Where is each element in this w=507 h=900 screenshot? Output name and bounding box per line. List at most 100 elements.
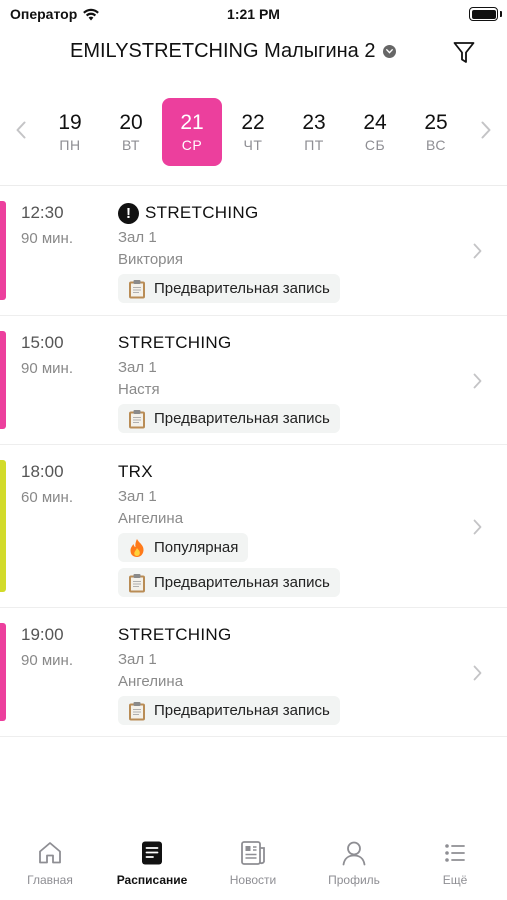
clipboard-icon [128,409,146,429]
profile-icon [304,839,404,867]
filter-button[interactable] [451,39,477,67]
lesson-tag: Предварительная запись [118,274,340,303]
lesson-room: Зал 1 [118,229,157,246]
filter-icon [453,42,475,63]
lesson-tags: Предварительная запись [118,269,447,303]
tab-home[interactable]: Главная [0,839,100,887]
chevron-right-icon [471,663,483,683]
chevron-right-icon [471,517,483,537]
lesson-title: STRETCHING [145,203,259,222]
lesson-time: 18:00 [21,462,64,481]
lesson-tags: Предварительная запись [118,691,447,725]
tab-label: Ещё [442,873,468,887]
chevron-right-icon [481,121,491,139]
lesson-time: 19:00 [21,625,64,644]
lesson-color-strip [0,201,6,300]
home-icon [0,839,100,867]
day-22[interactable]: 22 ЧТ [223,98,283,166]
lesson-room: Зал 1 [118,488,157,505]
battery-tip [500,11,502,17]
clipboard-icon [128,701,146,721]
lesson-row[interactable]: 12:30 90 мин.! STRETCHING Зал 1 Виктория Пред… [0,186,507,316]
studio-selector[interactable]: EMILYSTRETCHING Малыгина 2 [70,40,397,63]
news-icon [203,839,303,867]
clipboard-icon [128,279,146,299]
tag-label: Предварительная запись [154,702,330,719]
studio-title: EMILYSTRETCHING Малыгина 2 [70,40,376,62]
lesson-info: STRETCHING Зал 1 Ангелина Предварительная з… [118,624,447,725]
day-number: 23 [302,111,326,134]
lesson-coach: Ангелина [118,673,184,690]
lesson-row[interactable]: 18:00 60 мин. TRX Зал 1 Ангелина Популярная Пр… [0,445,507,608]
lesson-coach: Виктория [118,251,184,268]
status-time: 1:21 PM [227,6,280,22]
lesson-duration: 60 мин. [21,489,73,506]
tag-label: Предварительная запись [154,574,330,591]
lesson-tag: Предварительная запись [118,568,340,597]
week-strip: 19 ПН 20 ВТ 21 СР 22 ЧТ 23 ПТ 24 СБ 25 ВС [0,96,507,168]
tag-label: Предварительная запись [154,280,330,297]
day-23[interactable]: 23 ПТ [284,98,344,166]
tag-label: Популярная [154,539,239,556]
status-bar: Оператор 1:21 PM [0,0,507,30]
lesson-tags: Предварительная запись [118,399,447,433]
lesson-list: 12:30 90 мин.! STRETCHING Зал 1 Виктория Пред… [0,186,507,737]
lesson-color-strip [0,460,6,592]
lesson-duration: 90 мин. [21,230,73,247]
tab-more[interactable]: Ещё [405,839,505,887]
lesson-coach: Ангелина [118,510,184,527]
lesson-info: ! STRETCHING Зал 1 Виктория Предварительная … [118,202,447,303]
schedule-icon [102,839,202,867]
lesson-duration: 90 мин. [21,652,73,669]
tab-label: Расписание [116,873,188,887]
next-week-button[interactable] [476,118,496,142]
day-name: ВС [426,137,446,153]
lesson-title-row: STRETCHING [118,332,447,354]
day-19[interactable]: 19 ПН [40,98,100,166]
clipboard-icon [128,573,146,593]
lesson-row[interactable]: 19:00 90 мин. STRETCHING Зал 1 Ангелина Предв… [0,608,507,737]
lesson-tag: Предварительная запись [118,696,340,725]
day-name: ПТ [304,137,324,153]
day-20[interactable]: 20 ВТ [101,98,161,166]
day-number: 20 [119,111,143,134]
chevron-right-icon [471,371,483,391]
chevron-left-icon [16,121,26,139]
tag-label: Предварительная запись [154,410,330,427]
lesson-row[interactable]: 15:00 90 мин. STRETCHING Зал 1 Настя Предвари… [0,316,507,445]
day-21[interactable]: 21 СР [162,98,222,166]
lesson-coach: Настя [118,381,160,398]
day-name: СР [181,137,203,153]
tab-label: Профиль [328,873,380,887]
battery-icon [469,7,498,21]
lesson-tag: Предварительная запись [118,404,340,433]
chevron-down-icon [383,45,397,58]
day-number: 24 [363,111,387,134]
lesson-duration: 90 мин. [21,360,73,377]
more-icon [405,839,505,867]
lesson-time: 15:00 [21,333,64,352]
lesson-title: STRETCHING [118,625,232,644]
chevron-right-icon [471,241,483,261]
day-name: ВТ [122,137,140,153]
lesson-title: TRX [118,462,153,481]
lesson-room: Зал 1 [118,359,157,376]
day-name: ЧТ [243,137,263,153]
day-name: ПН [59,137,81,153]
tab-schedule[interactable]: Расписание [102,839,202,887]
tab-bar: Главная Расписание Новости Профиль Ещё [0,825,507,900]
day-number: 19 [58,111,82,134]
tab-news[interactable]: Новости [203,839,303,887]
day-number: 21 [180,111,204,134]
lesson-info: TRX Зал 1 Ангелина Популярная Предварительна… [118,461,447,597]
lesson-title-row: STRETCHING [118,624,447,646]
tab-profile[interactable]: Профиль [304,839,404,887]
day-24[interactable]: 24 СБ [345,98,405,166]
lesson-color-strip [0,331,6,429]
header: EMILYSTRETCHING Малыгина 2 [0,36,507,72]
day-name: СБ [364,137,386,153]
lesson-info: STRETCHING Зал 1 Настя Предварительная запи… [118,332,447,433]
day-25[interactable]: 25 ВС [406,98,466,166]
lesson-tags: Популярная Предварительная запись [118,528,447,597]
prev-week-button[interactable] [11,118,31,142]
